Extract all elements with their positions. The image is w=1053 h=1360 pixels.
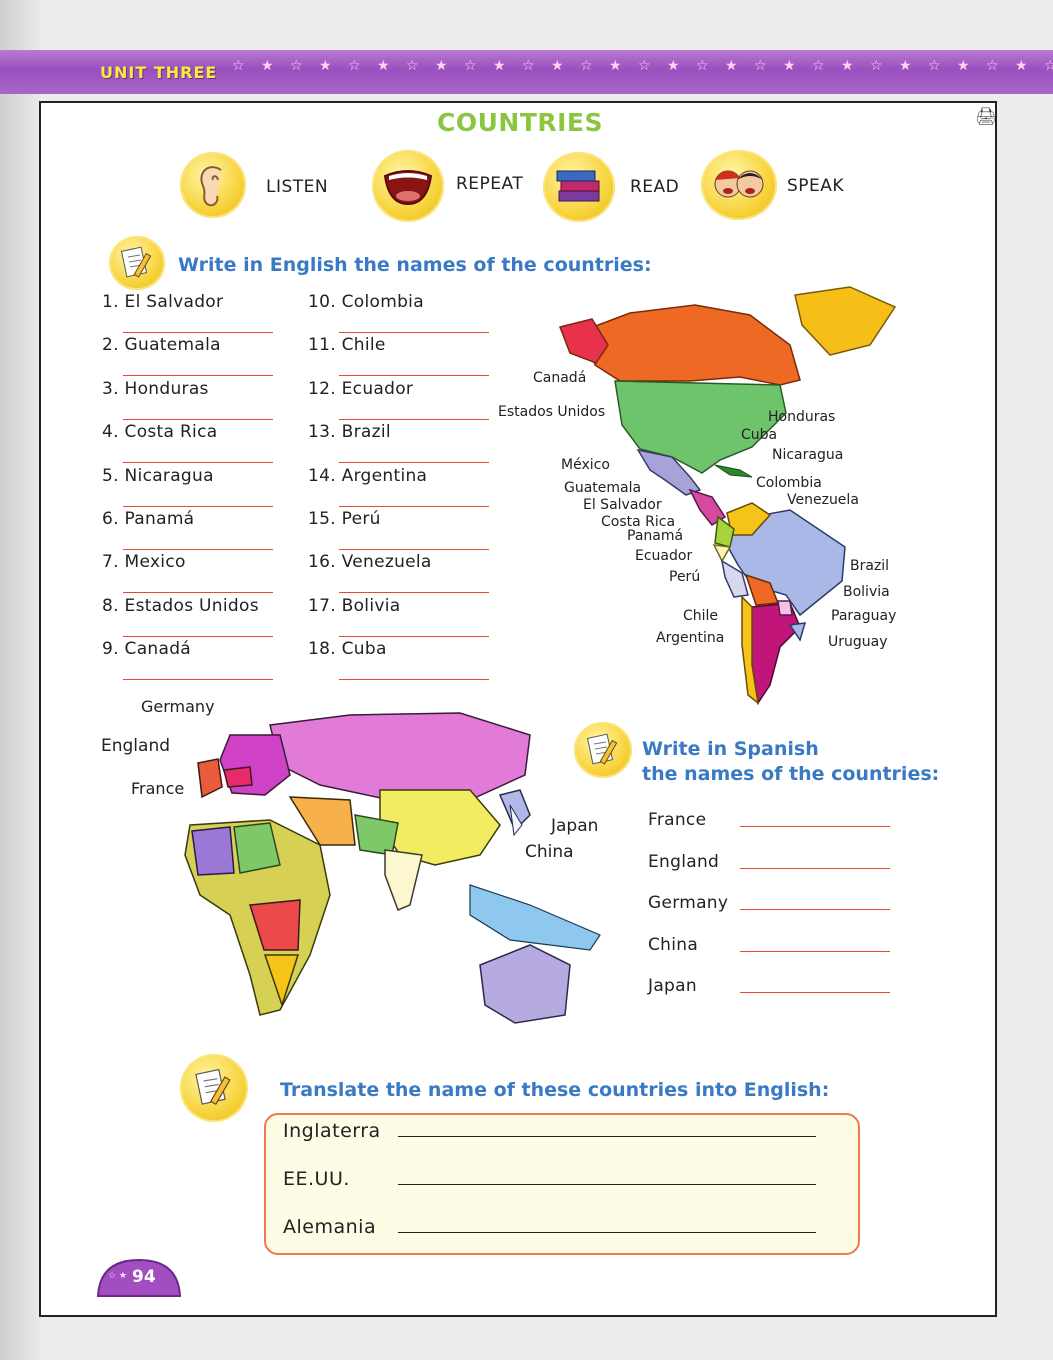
answer-line[interactable]	[123, 375, 273, 377]
answer-line[interactable]	[339, 679, 489, 681]
map-label-cuba: Cuba	[741, 427, 778, 443]
answer-line[interactable]	[339, 375, 489, 377]
country-item: 12. Ecuador	[308, 378, 414, 399]
country-item: 7. Mexico	[102, 552, 186, 573]
map-label-mexico: México	[561, 457, 610, 473]
map-label-bolivia: Bolivia	[843, 584, 890, 600]
answer-line[interactable]	[339, 592, 489, 594]
map-label-venezuela: Venezuela	[787, 492, 859, 508]
spanish-item: China	[648, 934, 699, 955]
answer-line[interactable]	[339, 505, 489, 507]
section2-instruction-line2: the names of the countries:	[642, 763, 940, 785]
map-label-guatemala: Guatemala	[564, 480, 642, 496]
translate-answer-line[interactable]	[398, 1184, 816, 1185]
map-label-elsalvador: El Salvador	[583, 497, 662, 513]
map-label-canada: Canadá	[533, 370, 587, 386]
eurasia-africa-map	[184, 712, 601, 1024]
country-item: 13. Brazil	[308, 422, 391, 443]
map-label-colombia: Colombia	[756, 475, 822, 491]
country-item: 2. Guatemala	[102, 335, 221, 356]
answer-line[interactable]	[339, 418, 489, 420]
skill-label-read: READ	[630, 177, 680, 197]
print-icon[interactable]: 🖨	[975, 107, 997, 127]
map-label-ecuador: Ecuador	[635, 548, 693, 564]
country-item: 18. Cuba	[308, 639, 387, 660]
answer-line[interactable]	[339, 462, 489, 464]
answer-line[interactable]	[123, 592, 273, 594]
map-label-paraguay: Paraguay	[831, 608, 897, 624]
spanish-item: Japan	[648, 976, 697, 996]
country-item: 8. Estados Unidos	[102, 595, 259, 616]
page-edge-shadow	[0, 0, 40, 1360]
country-item: 14. Argentina	[308, 465, 428, 486]
unit-title: UNIT THREE	[100, 63, 218, 82]
translate-answer-line[interactable]	[398, 1136, 816, 1137]
page-number: 94	[132, 1267, 156, 1287]
mouth-icon	[372, 150, 444, 222]
map-label-china: China	[525, 842, 574, 862]
books-icon	[543, 152, 615, 222]
spanish-item: Germany	[648, 893, 729, 913]
pencil-note-icon	[180, 1054, 248, 1122]
answer-line[interactable]	[123, 505, 273, 507]
answer-line[interactable]	[123, 635, 273, 637]
translate-item: EE.UU.	[283, 1168, 350, 1190]
svg-text:☆ ★: ☆ ★	[108, 1271, 127, 1281]
country-item: 17. Bolivia	[308, 595, 401, 616]
map-label-argentina: Argentina	[656, 630, 725, 646]
translate-answer-line[interactable]	[398, 1232, 816, 1233]
answer-line[interactable]	[339, 332, 489, 333]
answer-line[interactable]	[339, 549, 489, 550]
answer-line[interactable]	[740, 826, 890, 827]
kids-icon	[701, 150, 777, 220]
country-item: 6. Panamá	[102, 509, 195, 529]
skill-label-repeat: REPEAT	[456, 174, 524, 194]
country-item: 9. Canadá	[102, 639, 192, 660]
page-title: COUNTRIES	[437, 108, 604, 137]
country-item: 4. Costa Rica	[102, 422, 218, 443]
skill-label-speak: SPEAK	[787, 176, 845, 196]
country-item: 5. Nicaragua	[102, 465, 214, 486]
map-label-honduras: Honduras	[768, 409, 836, 425]
answer-line[interactable]	[123, 418, 273, 420]
answer-line[interactable]	[740, 950, 890, 952]
answer-line[interactable]	[123, 679, 273, 681]
translate-item: Alemania	[283, 1216, 377, 1238]
answer-line[interactable]	[123, 549, 273, 550]
ear-icon	[180, 152, 246, 218]
map-label-england: England	[101, 736, 171, 756]
section3-instruction: Translate the name of these countries in…	[280, 1079, 830, 1101]
answer-line[interactable]	[339, 635, 489, 637]
map-label-panama: Panamá	[627, 528, 684, 544]
section2-instruction-line1: Write in Spanish	[642, 738, 819, 760]
map-label-uruguay: Uruguay	[828, 634, 888, 650]
section1-instruction: Write in English the names of the countr…	[178, 254, 652, 276]
translate-item: Inglaterra	[283, 1120, 381, 1142]
skill-label-listen: LISTEN	[266, 177, 329, 197]
country-item: 3. Honduras	[102, 378, 209, 399]
pencil-note-icon	[109, 236, 165, 290]
answer-line[interactable]	[123, 462, 273, 464]
country-item: 16. Venezuela	[308, 552, 432, 573]
country-item: 1. El Salvador	[102, 292, 224, 312]
banner-stars: ☆ ★ ☆ ★ ☆ ★ ☆ ★ ☆ ★ ☆ ★ ☆ ★ ☆ ★ ☆ ★ ☆ ★ …	[232, 58, 1053, 74]
map-label-france: France	[131, 779, 185, 798]
map-label-brazil: Brazil	[850, 558, 890, 574]
map-label-japan: Japan	[551, 816, 599, 836]
map-label-peru: Perú	[669, 569, 701, 585]
pencil-note-icon	[574, 722, 632, 778]
country-item: 11. Chile	[308, 335, 386, 356]
map-label-usa: Estados Unidos	[498, 404, 606, 420]
answer-line[interactable]	[123, 332, 273, 333]
map-label-chile: Chile	[683, 608, 719, 624]
country-item: 15. Perú	[308, 509, 381, 529]
spanish-item: France	[648, 810, 707, 830]
country-item: 10. Colombia	[308, 292, 424, 312]
map-label-nicaragua: Nicaragua	[772, 447, 844, 463]
map-label-germany: Germany	[141, 697, 215, 716]
spanish-item: England	[648, 851, 720, 872]
answer-line[interactable]	[740, 867, 890, 869]
answer-line[interactable]	[740, 992, 890, 993]
answer-line[interactable]	[740, 909, 890, 910]
